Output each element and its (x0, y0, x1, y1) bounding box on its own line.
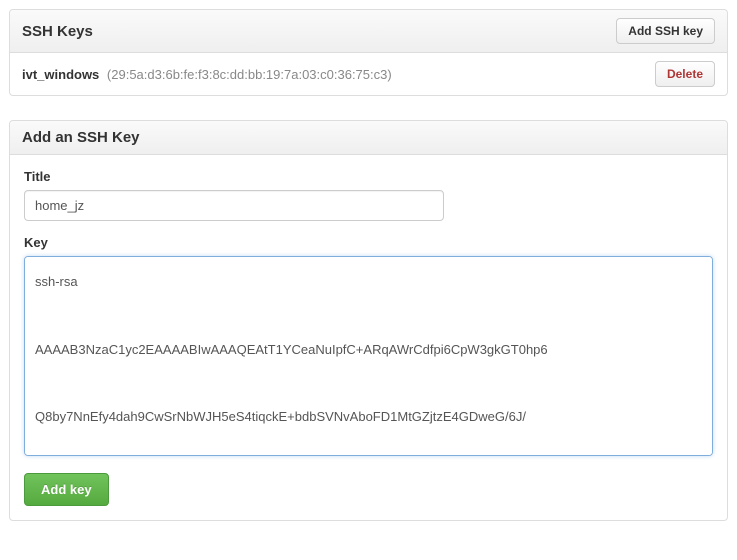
add-key-submit-button[interactable]: Add key (24, 473, 109, 506)
key-group: Key (24, 235, 713, 459)
add-ssh-key-panel: Add an SSH Key Title Key Add key (9, 120, 728, 521)
ssh-keys-title: SSH Keys (22, 23, 93, 40)
ssh-key-fingerprint: (29:5a:d3:6b:fe:f3:8c:dd:bb:19:7a:03:c0:… (107, 67, 392, 82)
key-label: Key (24, 235, 713, 250)
ssh-key-name: ivt_windows (22, 67, 99, 82)
key-textarea[interactable] (24, 256, 713, 456)
title-input[interactable] (24, 190, 444, 221)
title-label: Title (24, 169, 713, 184)
title-group: Title (24, 169, 713, 221)
ssh-key-row: ivt_windows (29:5a:d3:6b:fe:f3:8c:dd:bb:… (10, 53, 727, 95)
ssh-keys-panel: SSH Keys Add SSH key ivt_windows (29:5a:… (9, 9, 728, 96)
add-ssh-key-form: Title Key Add key (10, 155, 727, 520)
delete-key-button[interactable]: Delete (655, 61, 715, 87)
add-ssh-key-button[interactable]: Add SSH key (616, 18, 715, 44)
ssh-key-info: ivt_windows (29:5a:d3:6b:fe:f3:8c:dd:bb:… (22, 67, 392, 82)
add-ssh-key-header: Add an SSH Key (10, 121, 727, 155)
ssh-keys-header: SSH Keys Add SSH key (10, 10, 727, 53)
add-ssh-key-title: Add an SSH Key (22, 129, 140, 146)
